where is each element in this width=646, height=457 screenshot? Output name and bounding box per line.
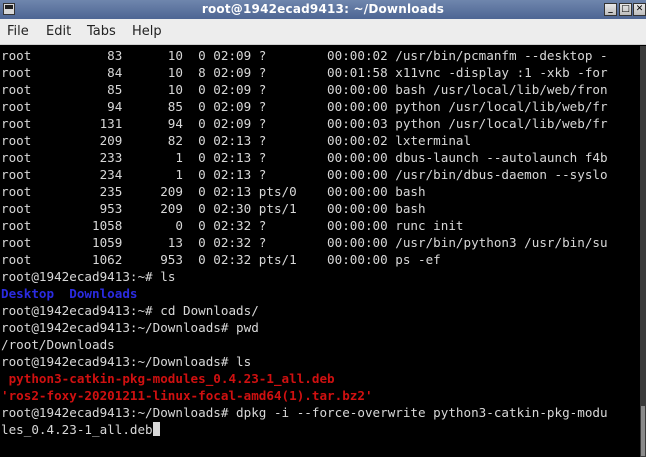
- menu-help[interactable]: Help: [132, 24, 162, 39]
- command-continuation: les_0.4.23-1_all.deb: [1, 421, 160, 438]
- ps-row: root 234 1 0 02:13 ? 00:00:00 /usr/bin/d…: [1, 167, 608, 182]
- prompt-line-dpkg: root@1942ecad9413:~/Downloads# dpkg -i -…: [1, 404, 608, 421]
- menu-bar: File Edit Tabs Help: [0, 19, 646, 45]
- ps-row: root 85 10 0 02:09 ? 00:00:00 bash /usr/…: [1, 82, 608, 97]
- file-tarball: 'ros2-foxy-20201211-linux-focal-amd64(1)…: [1, 388, 373, 403]
- command: ls: [236, 354, 252, 369]
- terminal-output[interactable]: root 83 10 0 02:09 ? 00:00:02 /usr/bin/p…: [0, 46, 640, 457]
- scrollbar-thumb[interactable]: [641, 406, 645, 456]
- ps-row: root 953 209 0 02:30 pts/1 00:00:00 bash: [1, 201, 426, 216]
- prompt: root@1942ecad9413:~#: [1, 269, 161, 284]
- prompt: root@1942ecad9413:~/Downloads#: [1, 405, 237, 420]
- command: pwd: [236, 320, 259, 335]
- prompt-line-ls2: root@1942ecad9413:~/Downloads# ls: [1, 353, 251, 370]
- menu-tabs[interactable]: Tabs: [87, 24, 116, 39]
- maximize-button[interactable]: □: [619, 3, 632, 16]
- ps-row: root 83 10 0 02:09 ? 00:00:02 /usr/bin/p…: [1, 48, 608, 63]
- ps-row: root 209 82 0 02:13 ? 00:00:02 lxtermina…: [1, 133, 472, 148]
- ps-row: root 131 94 0 02:09 ? 00:00:03 python /u…: [1, 116, 608, 131]
- file-deb: python3-catkin-pkg-modules_0.4.23-1_all.…: [1, 371, 335, 386]
- ps-row: root 235 209 0 02:13 pts/0 00:00:00 bash: [1, 184, 426, 199]
- pwd-output: /root/Downloads: [1, 337, 115, 352]
- ls-output-home: Desktop Downloads: [1, 285, 138, 302]
- prompt-line-pwd: root@1942ecad9413:~/Downloads# pwd: [1, 319, 259, 336]
- ps-row: root 1062 953 0 02:32 pts/1 00:00:00 ps …: [1, 252, 441, 267]
- prompt: root@1942ecad9413:~#: [1, 303, 161, 318]
- prompt-line-ls: root@1942ecad9413:~# ls: [1, 268, 175, 285]
- scrollbar[interactable]: [640, 46, 646, 457]
- prompt: root@1942ecad9413:~/Downloads#: [1, 320, 237, 335]
- ps-row: root 233 1 0 02:13 ? 00:00:00 dbus-launc…: [1, 150, 608, 165]
- ps-row: root 94 85 0 02:09 ? 00:00:00 python /us…: [1, 99, 608, 114]
- ps-row: root 1059 13 0 02:32 ? 00:00:00 /usr/bin…: [1, 235, 608, 250]
- title-bar: root@1942ecad9413: ~/Downloads _ □ ✕: [0, 0, 646, 19]
- command: cd Downloads/: [160, 303, 259, 318]
- close-button[interactable]: ✕: [633, 3, 646, 16]
- dir-desktop: Desktop: [1, 286, 55, 301]
- window-title: root@1942ecad9413: ~/Downloads: [201, 2, 445, 16]
- menu-edit[interactable]: Edit: [46, 24, 71, 39]
- text-cursor: [152, 422, 160, 436]
- menu-file[interactable]: File: [7, 24, 29, 39]
- dir-downloads: Downloads: [69, 286, 138, 301]
- minimize-button[interactable]: _: [604, 3, 617, 16]
- ps-row: root 84 10 8 02:09 ? 00:01:58 x11vnc -di…: [1, 65, 608, 80]
- command: dpkg -i --force-overwrite python3-catkin…: [236, 405, 608, 420]
- prompt: root@1942ecad9413:~/Downloads#: [1, 354, 237, 369]
- prompt-line-cd: root@1942ecad9413:~# cd Downloads/: [1, 302, 259, 319]
- command: les_0.4.23-1_all.deb: [1, 422, 153, 437]
- command: ls: [160, 269, 176, 284]
- ps-row: root 1058 0 0 02:32 ? 00:00:00 runc init: [1, 218, 464, 233]
